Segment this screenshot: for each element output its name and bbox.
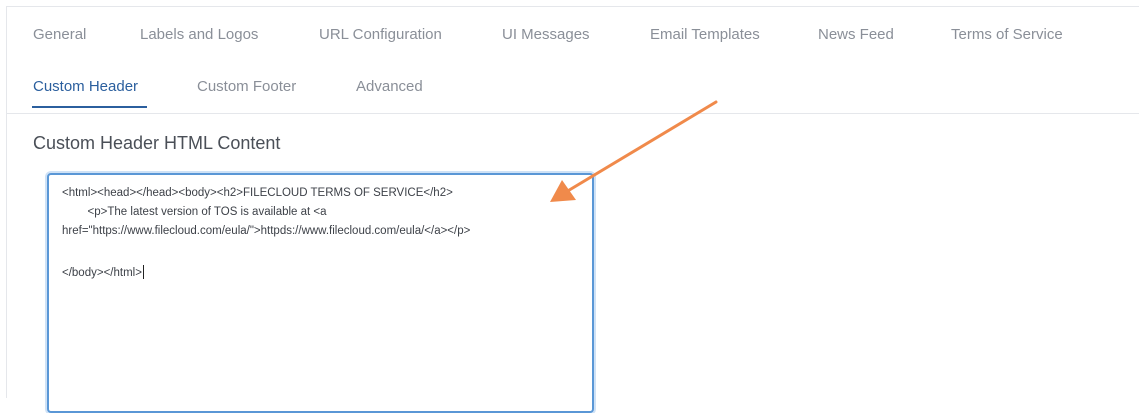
arrow-annotation-icon bbox=[550, 100, 718, 202]
